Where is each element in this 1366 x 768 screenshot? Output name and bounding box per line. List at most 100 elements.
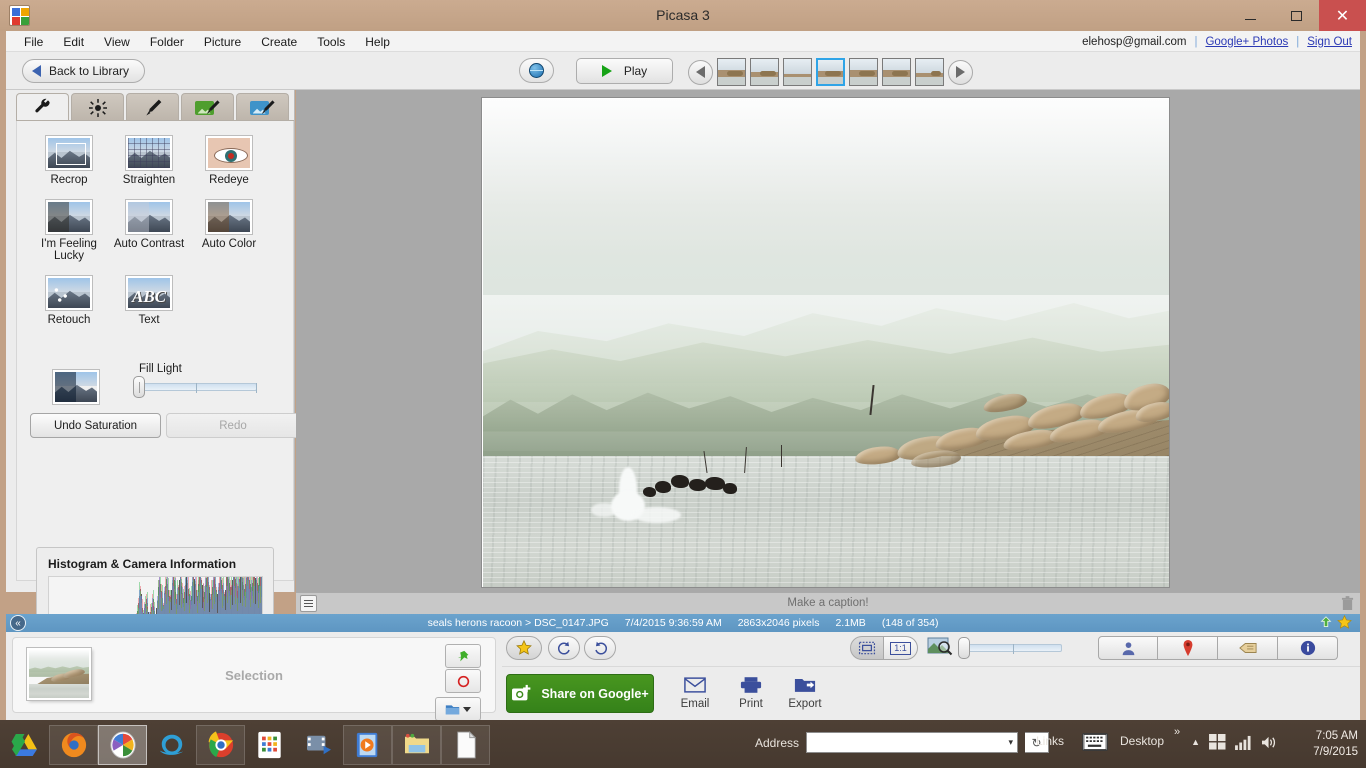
export-folder-icon	[775, 674, 835, 696]
rotate-right-button[interactable]	[584, 636, 616, 660]
menu-item-picture[interactable]: Picture	[194, 35, 251, 49]
menu-item-folder[interactable]: Folder	[140, 35, 194, 49]
taskbar-google-drive-icon[interactable]	[0, 725, 49, 765]
keyboard-icon[interactable]	[1082, 733, 1108, 751]
taskbar-picasa-icon[interactable]	[98, 725, 147, 765]
undo-button[interactable]: Undo Saturation	[30, 413, 161, 438]
show-hidden-icons-button[interactable]: ▲	[1191, 737, 1200, 747]
fill-light-slider-track[interactable]	[137, 383, 257, 393]
sign-out-link[interactable]: Sign Out	[1307, 36, 1352, 48]
tool-text[interactable]: ABC Text	[109, 275, 189, 326]
menu-bar: File Edit View Folder Picture Create Too…	[6, 31, 1360, 52]
clear-circle-icon[interactable]	[445, 669, 481, 693]
tab-effects[interactable]	[126, 93, 179, 121]
chevron-down-icon[interactable]: ▾	[1009, 737, 1014, 748]
album-icon[interactable]	[435, 697, 481, 721]
taskbar-links-label[interactable]: Links	[1036, 734, 1064, 748]
pin-icon[interactable]	[445, 644, 481, 668]
fill-light-slider-knob[interactable]	[133, 376, 145, 398]
tool-auto-contrast[interactable]: Auto Contrast	[109, 199, 189, 262]
places-icon[interactable]	[1158, 636, 1218, 660]
taskbar-media-player-icon[interactable]	[343, 725, 392, 765]
google-photos-link[interactable]: Google+ Photos	[1205, 36, 1288, 48]
menu-item-view[interactable]: View	[94, 35, 140, 49]
tool-retouch[interactable]: Retouch	[29, 275, 109, 326]
export-button[interactable]: Export	[775, 674, 835, 710]
taskbar-overflow-icon[interactable]: »	[1174, 726, 1180, 738]
tab-tuning[interactable]	[71, 93, 124, 121]
filmstrip-thumb[interactable]	[882, 58, 911, 86]
magnify-icon[interactable]	[927, 636, 953, 658]
sun-icon	[88, 98, 107, 117]
fill-light-icon[interactable]	[52, 369, 100, 405]
tool-recrop[interactable]: Recrop	[29, 135, 109, 186]
fit-to-window-button[interactable]	[850, 636, 884, 660]
print-button[interactable]: Print	[721, 674, 781, 710]
close-button[interactable]: ✕	[1319, 0, 1366, 31]
contrast-icon	[125, 199, 173, 235]
tab-basic-fixes[interactable]	[16, 93, 69, 121]
print-label: Print	[739, 698, 763, 710]
star-button[interactable]	[506, 636, 542, 660]
status-position: (148 of 354)	[881, 617, 939, 629]
filmstrip-thumb-selected[interactable]	[816, 58, 845, 86]
menu-item-help[interactable]: Help	[355, 35, 400, 49]
taskbar-movie-maker-icon[interactable]	[294, 725, 343, 765]
zoom-slider-track[interactable]	[962, 644, 1062, 654]
actual-size-button[interactable]: 1:1	[884, 636, 918, 660]
email-button[interactable]: Email	[665, 674, 725, 710]
play-triangle-icon	[601, 65, 612, 77]
minimize-button[interactable]	[1227, 0, 1273, 31]
tool-feeling-lucky[interactable]: I'm Feeling Lucky	[29, 199, 109, 262]
filmstrip-thumb[interactable]	[915, 58, 944, 86]
lucky-icon	[45, 199, 93, 235]
taskbar-chrome-icon[interactable]	[196, 725, 245, 765]
filmstrip-thumb[interactable]	[750, 58, 779, 86]
tab-effects-green[interactable]	[181, 93, 234, 121]
taskbar-firefox-icon[interactable]	[49, 725, 98, 765]
zoom-slider-knob[interactable]	[958, 637, 970, 659]
volume-icon[interactable]	[1261, 735, 1278, 750]
filmstrip-thumb[interactable]	[849, 58, 878, 86]
signal-icon[interactable]	[1235, 735, 1252, 750]
tool-redeye[interactable]: Redeye	[189, 135, 269, 186]
tags-icon[interactable]	[1218, 636, 1278, 660]
taskbar-document-icon[interactable]	[441, 725, 490, 765]
trash-icon[interactable]	[1341, 596, 1354, 611]
maximize-button[interactable]	[1273, 0, 1319, 31]
info-icon[interactable]	[1278, 636, 1338, 660]
globe-icon[interactable]	[519, 58, 554, 83]
tool-auto-color[interactable]: Auto Color	[189, 199, 269, 262]
address-input[interactable]: ▾	[806, 732, 1019, 753]
caption-bar[interactable]: Make a caption!	[296, 592, 1360, 614]
menu-item-create[interactable]: Create	[251, 35, 307, 49]
share-on-google-plus-button[interactable]: Share on Google+	[506, 674, 654, 713]
back-to-library-button[interactable]: Back to Library	[22, 59, 145, 83]
menu-item-edit[interactable]: Edit	[53, 35, 94, 49]
taskbar-app-grid-icon[interactable]	[245, 725, 294, 765]
menu-item-file[interactable]: File	[14, 35, 53, 49]
tab-effects-blue[interactable]	[236, 93, 289, 121]
people-icon[interactable]	[1098, 636, 1158, 660]
upload-arrow-icon[interactable]	[1319, 615, 1333, 630]
abc-text-icon: ABC	[125, 275, 173, 311]
play-button[interactable]: Play	[576, 58, 673, 84]
rotate-left-button[interactable]	[548, 636, 580, 660]
filmstrip	[688, 56, 973, 88]
filmstrip-thumb[interactable]	[717, 58, 746, 86]
filmstrip-thumb[interactable]	[783, 58, 812, 86]
taskbar-clock[interactable]: 7:05 AM 7/9/2015	[1313, 728, 1358, 760]
taskbar-desktop-label[interactable]: Desktop	[1120, 734, 1164, 748]
taskbar-internet-explorer-icon[interactable]	[147, 725, 196, 765]
menu-item-tools[interactable]: Tools	[307, 35, 355, 49]
filmstrip-prev-button[interactable]	[688, 59, 713, 85]
tool-straighten[interactable]: Straighten	[109, 135, 189, 186]
taskbar-file-explorer-icon[interactable]	[392, 725, 441, 765]
filmstrip-next-button[interactable]	[948, 59, 973, 85]
star-icon[interactable]	[1337, 615, 1352, 630]
camera-plus-icon	[512, 684, 531, 700]
system-tray: ▲	[1191, 734, 1278, 750]
caption-placeholder[interactable]: Make a caption!	[296, 597, 1360, 609]
photo-frame[interactable]	[481, 97, 1170, 588]
network-icon[interactable]	[1209, 734, 1226, 750]
